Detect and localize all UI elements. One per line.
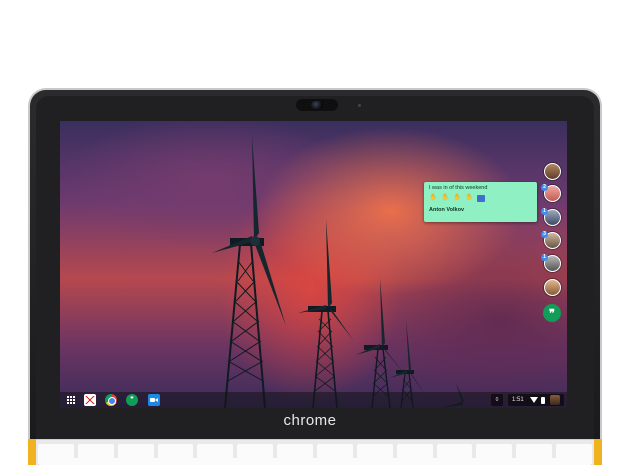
wallpaper-wind-turbines [212,136,464,408]
status-tray[interactable]: 1:51 [508,394,564,406]
gmail-icon[interactable] [84,394,96,406]
contact-avatar[interactable] [544,163,561,180]
microphone-dot [358,104,361,107]
video-call-icon[interactable] [148,394,160,406]
key [255,458,294,465]
key [87,458,126,465]
unread-badge: 1 [541,208,548,215]
unread-badge: 2 [541,184,548,191]
hangouts-notification[interactable]: I was in of this weekend ✋ ✋ ✋ ✋ Anton V… [424,182,537,222]
hand-emoji-icon: ✋ [453,194,462,201]
shelf: ❞ 0 1:51 [60,392,567,408]
battery-icon [541,397,545,404]
key [129,458,168,465]
unread-badge: 3 [541,231,548,238]
deck-trim [594,439,602,465]
key [464,458,503,465]
notification-message: I was in of this weekend [429,185,488,191]
brand-logo: chrome [283,412,337,429]
hand-emoji-icon: ✋ [441,194,450,201]
wind-turbine-large [224,243,266,408]
clock: 1:51 [512,397,524,403]
turbine-blades-far [390,320,426,396]
launcher-icon[interactable] [65,394,77,406]
turbine-blades-large [212,136,286,326]
contact-avatar[interactable] [544,279,561,296]
key [422,458,461,465]
hangouts-quote-icon[interactable]: ❞ [543,304,561,322]
hand-emoji-icon: ✋ [465,194,474,201]
webcam [296,99,338,111]
notification-count[interactable]: 0 [491,394,503,406]
turbine-blades-small [356,278,405,375]
chrome-icon[interactable] [105,394,117,406]
photo-emoji-icon [477,194,486,202]
key [380,458,419,465]
turbine-blades-medium [298,219,354,341]
key [171,458,210,465]
key [338,458,377,465]
emoji-row: ✋ ✋ ✋ ✋ [429,194,532,202]
key [506,458,545,465]
notification-author: Anton Volkov [429,207,465,213]
hangouts-icon[interactable]: ❞ [126,394,138,406]
key [213,458,252,465]
webcam-lens [311,101,323,109]
deck-trim [28,439,36,465]
hand-emoji-icon: ✋ [429,194,438,201]
keyboard-row [46,458,586,465]
unread-badge: 1 [541,254,548,261]
key [297,458,335,465]
user-avatar [550,395,560,405]
key [548,458,586,465]
wifi-icon [530,397,538,403]
screen: I was in of this weekend ✋ ✋ ✋ ✋ Anton V… [60,121,567,408]
key [46,458,84,465]
